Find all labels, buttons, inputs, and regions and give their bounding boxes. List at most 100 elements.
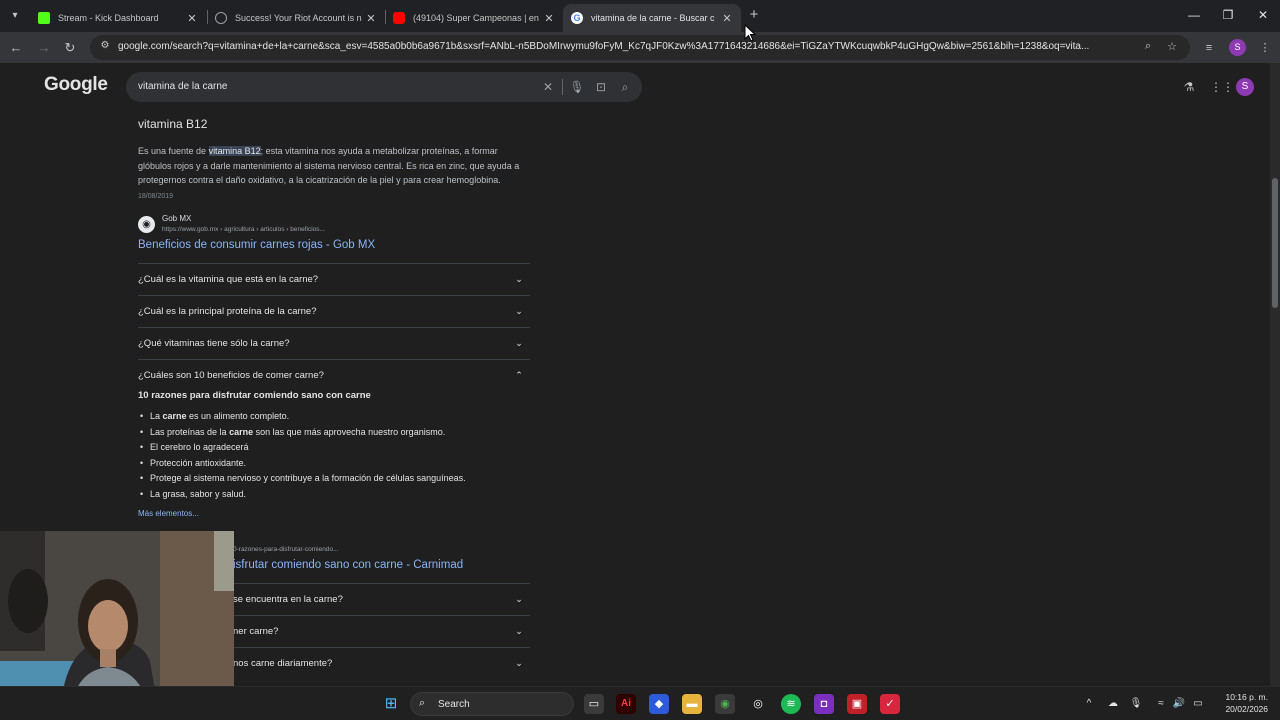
related-question[interactable]: ¿Cuál es la principal proteína de la car…: [138, 295, 530, 327]
related-question-expanded[interactable]: ¿Cuáles son 10 beneficios de comer carne…: [138, 359, 530, 391]
red-app-icon[interactable]: ▣: [847, 694, 867, 714]
tab-title: Stream - Kick Dashboard: [58, 13, 159, 23]
close-tab-icon[interactable]: ✕: [541, 12, 557, 25]
microphone-icon[interactable]: 🎙: [1128, 696, 1144, 712]
google-logo[interactable]: Google: [44, 74, 108, 96]
featured-snippet-text: Es una fuente de vitamina B12; esta vita…: [138, 144, 533, 204]
pocket-icon[interactable]: ✓: [880, 694, 900, 714]
search-label: Search: [438, 699, 470, 710]
menu-dots-icon[interactable]: ⋮: [1256, 39, 1274, 57]
clear-icon[interactable]: ✕: [540, 79, 556, 95]
chevron-down-icon[interactable]: ⌄: [512, 624, 526, 638]
close-window-icon[interactable]: ✕: [1253, 6, 1273, 24]
tab-title: (49104) Super Campeonas | en: [413, 13, 539, 23]
tab-youtube[interactable]: (49104) Super Campeonas | en ✕: [385, 4, 563, 32]
answer-title: 10 razones para disfrutar comiendo sano …: [138, 390, 371, 401]
scrollbar-thumb[interactable]: [1272, 178, 1278, 308]
cloud-icon[interactable]: ☁: [1105, 696, 1121, 712]
question-text: ¿Qué vitaminas tiene sólo la carne?: [138, 338, 290, 349]
wifi-icon[interactable]: ≈: [1153, 696, 1169, 712]
screen: ▾ Stream - Kick Dashboard ✕ Success! You…: [0, 0, 1280, 720]
search-icon[interactable]: ⌕: [617, 79, 633, 95]
page-scrollbar[interactable]: [1270, 63, 1280, 686]
related-question[interactable]: se encuentra en la carne? ⌄: [233, 583, 530, 615]
google-favicon-icon: G: [571, 12, 583, 24]
tab-kick-dashboard[interactable]: Stream - Kick Dashboard ✕: [30, 4, 206, 32]
microphone-icon[interactable]: 🎙: [569, 79, 585, 95]
battery-icon[interactable]: ▭: [1190, 696, 1206, 712]
site-settings-icon[interactable]: ⚙: [98, 40, 112, 54]
question-text: nos carne diariamente?: [233, 658, 333, 669]
clock-date: 20/02/2026: [1225, 704, 1268, 714]
apps-grid-icon[interactable]: ⋮⋮: [1210, 79, 1234, 95]
search-box[interactable]: vitamina de la carne ✕ 🎙 ⊡ ⌕: [126, 72, 642, 102]
copilot-icon[interactable]: ◆: [649, 694, 669, 714]
spotify-icon[interactable]: ≋: [781, 694, 801, 714]
chevron-down-icon[interactable]: ⌄: [512, 272, 526, 286]
result-link[interactable]: isfrutar comiendo sano con carne - Carni…: [233, 559, 463, 571]
chrome-icon[interactable]: ◉: [715, 694, 735, 714]
profile-avatar[interactable]: S: [1229, 39, 1246, 56]
taskbar-search[interactable]: ⌕ Search: [410, 692, 574, 716]
forward-icon[interactable]: →: [35, 39, 53, 57]
chevron-up-icon[interactable]: ⌃: [512, 368, 526, 382]
list-item: La carne es un alimento completo.: [138, 409, 538, 425]
url-text[interactable]: google.com/search?q=vitamina+de+la+carne…: [118, 41, 1128, 52]
close-tab-icon[interactable]: ✕: [363, 12, 379, 25]
related-question[interactable]: ner carne? ⌄: [233, 615, 530, 647]
bookmark-star-icon[interactable]: ☆: [1164, 40, 1180, 56]
source-name[interactable]: Gob MX: [162, 214, 191, 223]
list-item: El cerebro lo agradecerá: [138, 440, 538, 456]
reload-icon[interactable]: ↻: [61, 39, 79, 57]
media-control-icon[interactable]: ≡: [1200, 39, 1218, 57]
kick-favicon-icon: [38, 12, 50, 24]
tray-overflow-icon[interactable]: ^: [1081, 696, 1097, 712]
source-url[interactable]: https://www.gob.mx › agricultura › artic…: [162, 226, 325, 233]
minimize-icon[interactable]: —: [1184, 6, 1204, 24]
snippet-date: 18/08/2019: [138, 192, 174, 200]
zoom-icon[interactable]: ⌕: [1140, 40, 1156, 56]
windows-start-icon[interactable]: ⊞: [381, 694, 401, 714]
system-clock[interactable]: 10:16 p. m. 20/02/2026: [1212, 691, 1268, 715]
chevron-down-icon[interactable]: ⌄: [512, 336, 526, 350]
related-question[interactable]: nos carne diariamente? ⌄: [233, 647, 530, 679]
clock-time: 10:16 p. m.: [1225, 692, 1268, 702]
related-question[interactable]: ¿Qué vitaminas tiene sólo la carne? ⌄: [138, 327, 530, 359]
snippet-highlight: vitamina B12: [208, 146, 261, 156]
divider: [562, 79, 563, 95]
youtube-favicon-icon: [393, 12, 405, 24]
account-avatar[interactable]: S: [1236, 78, 1254, 96]
maximize-icon[interactable]: ❐: [1218, 6, 1238, 24]
search-query[interactable]: vitamina de la carne: [138, 81, 228, 92]
related-question[interactable]: ¿Cuál es la vitamina que está en la carn…: [138, 263, 530, 295]
back-icon[interactable]: ←: [7, 39, 25, 57]
file-explorer-icon[interactable]: ▬: [682, 694, 702, 714]
tab-title: vitamina de la carne - Buscar c: [591, 13, 715, 23]
close-tab-icon[interactable]: ✕: [184, 12, 200, 25]
search-icon: ⌕: [419, 697, 426, 709]
tab-search-button[interactable]: ▾: [6, 7, 24, 25]
result-url[interactable]: 0-razones-para-disfrutar-comiendo...: [233, 546, 339, 553]
address-bar[interactable]: ⚙ google.com/search?q=vitamina+de+la+car…: [90, 35, 1190, 60]
chevron-down-icon[interactable]: ⌄: [512, 656, 526, 670]
globe-favicon-icon: [215, 12, 227, 24]
question-text: ¿Cuál es la principal proteína de la car…: [138, 306, 317, 317]
close-tab-icon[interactable]: ✕: [719, 12, 735, 25]
adobe-illustrator-icon[interactable]: Ai: [616, 694, 636, 714]
obs-icon[interactable]: ◎: [748, 694, 768, 714]
question-text: se encuentra en la carne?: [233, 594, 343, 605]
more-items-link[interactable]: Más elementos...: [138, 509, 199, 518]
streaming-app-icon[interactable]: ◘: [814, 694, 834, 714]
new-tab-button[interactable]: +: [745, 6, 763, 24]
chevron-down-icon[interactable]: ⌄: [512, 304, 526, 318]
chevron-down-icon[interactable]: ⌄: [512, 592, 526, 606]
task-view-icon[interactable]: ▭: [584, 694, 604, 714]
tab-google-search[interactable]: G vitamina de la carne - Buscar c ✕: [563, 4, 741, 32]
volume-icon[interactable]: 🔊: [1171, 696, 1187, 712]
tab-riot-account[interactable]: Success! Your Riot Account is n ✕: [207, 4, 385, 32]
labs-flask-icon[interactable]: ⚗: [1181, 79, 1197, 95]
browser-toolbar: ← → ↻ ⚙ google.com/search?q=vitamina+de+…: [0, 32, 1280, 63]
camera-search-icon[interactable]: ⊡: [593, 79, 609, 95]
featured-result-link[interactable]: Beneficios de consumir carnes rojas - Go…: [138, 239, 375, 251]
list-item: La grasa, sabor y salud.: [138, 487, 538, 503]
